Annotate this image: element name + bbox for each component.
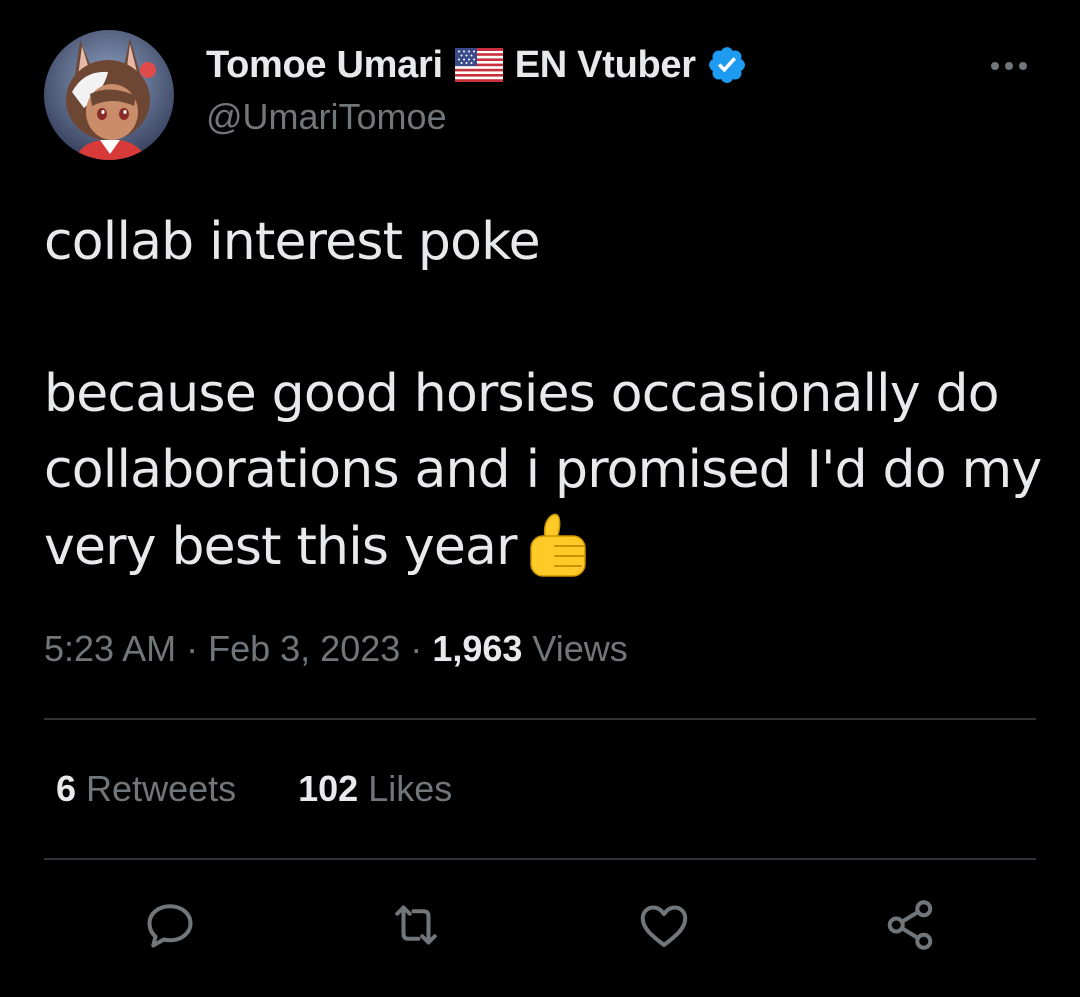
tweet-meta: 5:23 AM · Feb 3, 2023 · 1,963 Views [44, 628, 628, 670]
tweet-paragraph: because good horsies occasionally do col… [44, 356, 1054, 585]
like-button[interactable] [634, 895, 694, 955]
engagement-stats: 6 Retweets 102 Likes [56, 768, 452, 810]
thumbs-up-icon [525, 508, 591, 578]
retweets-label: Retweets [86, 768, 237, 809]
more-options-icon[interactable] [986, 52, 1032, 80]
display-name-suffix: EN Vtuber [514, 43, 696, 86]
meta-separator: · [410, 628, 423, 669]
share-icon [887, 900, 933, 950]
retweet-icon [395, 905, 437, 945]
avatar[interactable] [44, 30, 174, 160]
meta-separator: · [186, 628, 199, 669]
user-handle[interactable]: @UmariTomoe [206, 96, 447, 138]
tweet-time[interactable]: 5:23 AM [44, 628, 176, 669]
tweet-text: collab interest poke because good horsie… [44, 204, 1054, 585]
likes-count: 102 [298, 768, 359, 809]
reply-button[interactable] [140, 895, 200, 955]
likes-stat[interactable]: 102 Likes [298, 768, 452, 810]
divider [44, 858, 1036, 860]
tweet-date[interactable]: Feb 3, 2023 [208, 628, 400, 669]
likes-label: Likes [368, 768, 453, 809]
display-name: Tomoe Umari [206, 43, 443, 86]
reply-icon [147, 904, 193, 948]
us-flag-icon [454, 48, 503, 82]
views-label: Views [532, 628, 628, 669]
retweets-stat[interactable]: 6 Retweets [56, 768, 236, 810]
retweet-button[interactable] [386, 895, 446, 955]
divider [44, 718, 1036, 720]
display-name-row[interactable]: Tomoe Umari EN Vtuber [206, 40, 748, 90]
avatar-image [44, 30, 174, 160]
views-count: 1,963 [432, 628, 523, 669]
retweets-count: 6 [56, 768, 77, 809]
heart-icon [640, 905, 688, 947]
verified-badge-icon[interactable] [706, 44, 748, 86]
tweet-detail: Tomoe Umari EN Vtuber @UmariTomoe collab… [0, 0, 1080, 997]
tweet-paragraph: collab interest poke [44, 212, 541, 272]
share-button[interactable] [880, 895, 940, 955]
